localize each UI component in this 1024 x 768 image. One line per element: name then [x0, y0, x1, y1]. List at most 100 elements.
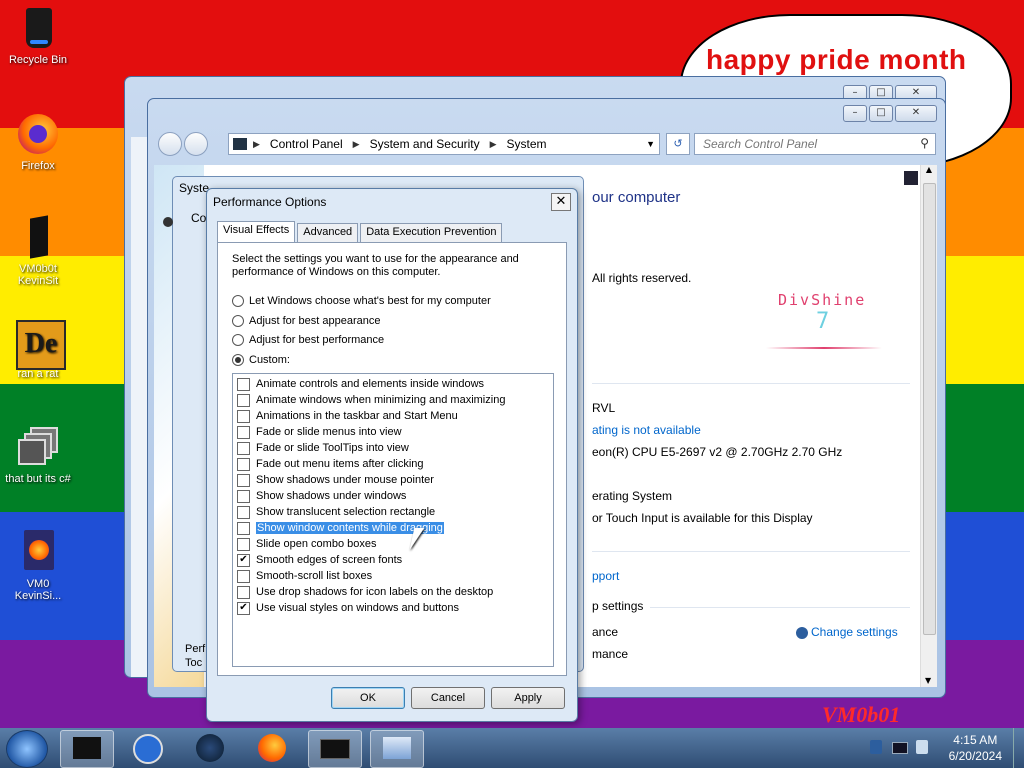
shield-icon[interactable] — [870, 740, 882, 754]
scroll-up-arrow-icon[interactable]: ▲ — [921, 165, 937, 174]
volume-icon[interactable] — [916, 740, 928, 754]
scroll-down-arrow-icon[interactable]: ▼ — [925, 676, 931, 685]
search-input[interactable]: Search Control Panel ⚲ — [694, 133, 936, 155]
breadcrumb-arrow-icon[interactable]: ▶ — [353, 139, 360, 150]
visual-effect-option[interactable]: ✔ Use visual styles on windows and button… — [237, 600, 459, 616]
option-label: Show translucent selection rectangle — [256, 506, 436, 518]
close-button[interactable]: ✕ — [895, 105, 937, 122]
search-icon[interactable]: ⚲ — [920, 136, 929, 150]
back-arrow-icon[interactable] — [158, 132, 182, 156]
ok-button[interactable]: OK — [331, 687, 405, 709]
rating-link[interactable]: ating is not available — [592, 423, 701, 437]
visual-effect-option[interactable]: Show translucent selection rectangle — [237, 504, 435, 520]
scrollbar[interactable]: ▲ ▼ — [920, 165, 937, 687]
visual-effect-option[interactable]: ✔ Smooth edges of screen fonts — [237, 552, 402, 568]
desktop-icon-that-but-its-csharp[interactable]: that but its c# — [0, 425, 76, 485]
breadcrumb-system[interactable]: System — [497, 137, 557, 151]
radio-indicator[interactable] — [232, 295, 244, 307]
checkbox[interactable] — [237, 441, 250, 455]
checkbox[interactable] — [237, 489, 250, 503]
tab-data-execution-prevention[interactable]: Data Execution Prevention — [360, 223, 503, 242]
copyright-text: All rights reserved. — [592, 271, 692, 285]
section-divider — [650, 607, 910, 608]
checkbox[interactable]: ✔ — [237, 601, 250, 615]
breadcrumb-control-panel[interactable]: Control Panel — [260, 137, 353, 151]
desktop-icon-firefox[interactable]: Firefox — [0, 112, 76, 172]
help-icon[interactable] — [904, 171, 918, 185]
desktop-icon-ran-a-rat[interactable]: De ran a rat — [0, 320, 76, 380]
visual-effect-option[interactable]: Show shadows under windows — [237, 488, 406, 504]
radio-label: Custom: — [249, 354, 290, 366]
taskbar-clock[interactable]: 4:15 AM 6/20/2024 — [949, 732, 1002, 764]
radio-best-performance[interactable]: Adjust for best performance — [232, 334, 384, 346]
checkbox[interactable] — [237, 377, 250, 391]
desktop-icon-vm-kevinsi[interactable]: VM0 KevinSi... — [0, 530, 76, 602]
checkbox[interactable] — [237, 585, 250, 599]
taskbar-firefox[interactable] — [246, 730, 298, 766]
radio-indicator[interactable] — [232, 354, 244, 366]
radio-indicator[interactable] — [232, 334, 244, 346]
scroll-thumb[interactable] — [923, 183, 936, 635]
radio-indicator[interactable] — [232, 315, 244, 327]
minimize-button[interactable]: – — [843, 105, 867, 122]
taskbar-globe[interactable] — [184, 730, 236, 766]
support-link[interactable]: pport — [592, 569, 619, 583]
option-label: Fade or slide menus into view — [256, 426, 402, 438]
visual-effect-option[interactable]: Fade or slide menus into view — [237, 424, 402, 440]
taskbar-control-panel[interactable] — [370, 730, 424, 768]
radio-custom[interactable]: Custom: — [232, 354, 290, 366]
control-panel-icon — [233, 138, 247, 150]
sysprops-text: Perf — [185, 643, 206, 655]
sysprops-tab[interactable]: Co — [191, 211, 206, 225]
visual-effect-option[interactable]: Animate windows when minimizing and maxi… — [237, 392, 505, 408]
address-bar[interactable]: ▶ Control Panel ▶ System and Security ▶ … — [228, 133, 660, 155]
apply-button[interactable]: Apply — [491, 687, 565, 709]
taskbar-app-tower[interactable] — [60, 730, 114, 768]
visual-effect-option[interactable]: Show shadows under mouse pointer — [237, 472, 434, 488]
performance-options-dialog[interactable]: Performance Options ✕ Visual Effects Adv… — [206, 188, 578, 722]
cancel-button[interactable]: Cancel — [411, 687, 485, 709]
breadcrumb-arrow-icon[interactable]: ▶ — [490, 139, 497, 150]
taskbar-app-window[interactable] — [308, 730, 362, 768]
checkbox[interactable] — [237, 521, 250, 535]
visual-effect-option[interactable]: Animations in the taskbar and Start Menu — [237, 408, 458, 424]
desktop-icon-recycle-bin[interactable]: Recycle Bin — [0, 6, 76, 66]
tab-advanced[interactable]: Advanced — [297, 223, 359, 242]
panel-description: Select the settings you want to use for … — [232, 253, 519, 278]
network-icon[interactable] — [892, 742, 908, 754]
taskbar-media-player[interactable] — [122, 730, 174, 766]
visual-effect-option[interactable]: Animate controls and elements inside win… — [237, 376, 484, 392]
breadcrumb-arrow-icon[interactable]: ▶ — [253, 139, 260, 150]
checkbox[interactable] — [237, 425, 250, 439]
visual-effect-option[interactable]: Fade or slide ToolTips into view — [237, 440, 409, 456]
checkbox[interactable] — [237, 473, 250, 487]
radio-let-windows-choose[interactable]: Let Windows choose what's best for my co… — [232, 295, 491, 307]
brand-logo-text: DivShine — [778, 291, 867, 309]
refresh-button[interactable]: ↺ — [666, 133, 690, 155]
forward-arrow-icon[interactable] — [184, 132, 208, 156]
checkbox[interactable] — [237, 457, 250, 471]
visual-effect-option[interactable]: Use drop shadows for icon labels on the … — [237, 584, 493, 600]
visual-effect-option[interactable]: Fade out menu items after clicking — [237, 456, 424, 472]
checkbox[interactable] — [237, 569, 250, 583]
computer-tower-icon — [16, 215, 60, 259]
dialog-close-button[interactable]: ✕ — [551, 193, 571, 211]
desktop-icon-vm-kevin[interactable]: VM0b0t KevinSit — [0, 215, 76, 287]
visual-effect-option[interactable]: Smooth-scroll list boxes — [237, 568, 372, 584]
change-settings-link[interactable]: Change settings — [796, 625, 898, 639]
breadcrumb-system-and-security[interactable]: System and Security — [360, 137, 490, 151]
checkbox[interactable] — [237, 393, 250, 407]
start-button[interactable] — [6, 730, 48, 768]
tab-visual-effects[interactable]: Visual Effects — [217, 221, 296, 244]
visual-effects-list[interactable]: Animate controls and elements inside win… — [232, 373, 554, 667]
show-desktop-button[interactable] — [1013, 728, 1024, 768]
maximize-button[interactable]: □ — [869, 105, 893, 122]
visual-effect-option[interactable]: Slide open combo boxes — [237, 536, 376, 552]
checkbox[interactable] — [237, 537, 250, 551]
radio-label: Let Windows choose what's best for my co… — [249, 295, 491, 307]
checkbox[interactable] — [237, 505, 250, 519]
checkbox[interactable]: ✔ — [237, 553, 250, 567]
radio-best-appearance[interactable]: Adjust for best appearance — [232, 315, 380, 327]
checkbox[interactable] — [237, 409, 250, 423]
chevron-down-icon[interactable]: ▼ — [646, 139, 655, 149]
